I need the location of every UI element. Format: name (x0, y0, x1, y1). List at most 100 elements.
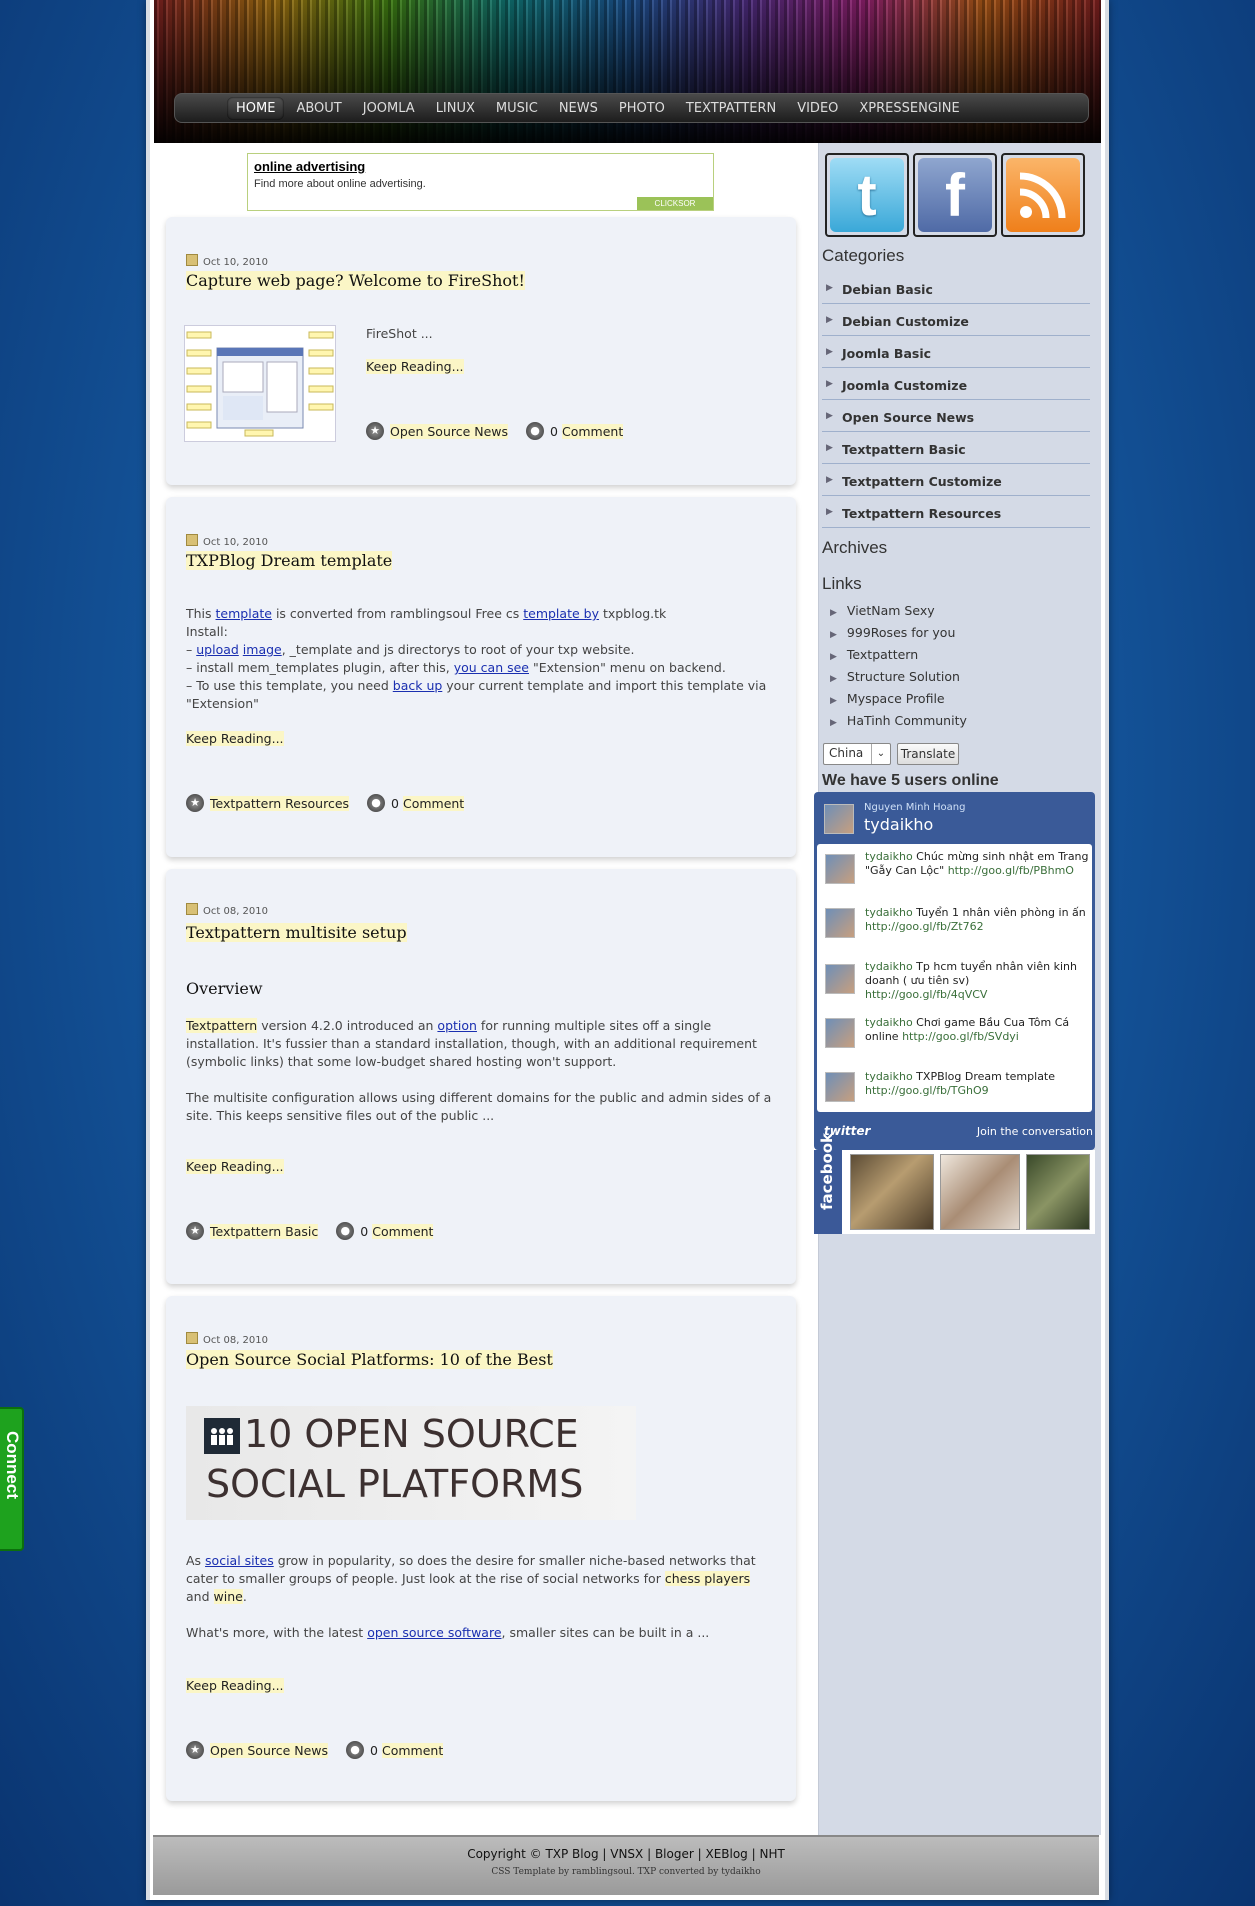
open-source-software-link[interactable]: open source software (367, 1625, 501, 1640)
ad-box[interactable]: online advertising Find more about onlin… (247, 153, 714, 211)
upload-link[interactable]: upload (196, 642, 239, 657)
post-category-link[interactable]: Textpattern Basic (210, 1223, 319, 1239)
post-title[interactable]: Textpattern multisite setup (186, 923, 407, 942)
comment-icon: ● (346, 1741, 365, 1759)
post-category-link[interactable]: Textpattern Resources (210, 795, 350, 811)
facebook-photo[interactable] (850, 1154, 934, 1230)
ad-badge[interactable]: CLICKSOR (637, 197, 713, 210)
comment-link[interactable]: Comment (561, 423, 624, 439)
avatar[interactable] (825, 1018, 855, 1048)
social-sites-link[interactable]: social sites (205, 1553, 274, 1568)
banner-line-2: SOCIAL PLATFORMS (206, 1462, 584, 1506)
ad-title[interactable]: online advertising (254, 159, 365, 174)
facebook-photo[interactable] (940, 1154, 1020, 1230)
textpattern-link[interactable]: Textpattern (186, 1018, 258, 1033)
footer-link-nht[interactable]: NHT (759, 1847, 784, 1861)
comment-count: 0 (391, 795, 399, 811)
link-hatinh-community[interactable]: ▶ HaTinh Community (830, 713, 967, 728)
facebook-button[interactable]: f (913, 153, 997, 237)
template-by-link[interactable]: template by (523, 606, 599, 621)
image-link[interactable]: image (243, 642, 282, 657)
tweet: tydaikho Tp hcm tuyển nhân viên kinh doa… (865, 960, 1077, 1001)
post-excerpt: FireShot ... (366, 326, 433, 341)
option-link[interactable]: option (437, 1018, 477, 1033)
facebook-logo[interactable]: facebook (814, 1133, 842, 1234)
post-title[interactable]: Open Source Social Platforms: 10 of the … (186, 1350, 553, 1369)
categories-heading: Categories (822, 246, 905, 265)
comment-link[interactable]: Comment (381, 1742, 444, 1758)
nav-joomla[interactable]: JOOMLA (354, 97, 424, 120)
avatar[interactable] (824, 804, 854, 834)
category-debian-customize[interactable]: ▶ Debian Customize (822, 306, 1090, 336)
comment-count: 0 (370, 1742, 378, 1758)
wine-link[interactable]: wine (213, 1589, 243, 1604)
keep-reading-link[interactable]: Keep Reading... (186, 731, 284, 746)
join-conversation-link[interactable]: Join the conversation (977, 1125, 1095, 1138)
link-structure-solution[interactable]: ▶ Structure Solution (830, 669, 960, 684)
nav-music[interactable]: MUSIC (487, 97, 547, 120)
banner-line-1: 10 OPEN SOURCE (244, 1412, 579, 1456)
nav-home[interactable]: HOME (227, 97, 285, 120)
template-link[interactable]: template (216, 606, 272, 621)
post-title[interactable]: Capture web page? Welcome to FireShot! (186, 271, 525, 290)
post-thumbnail[interactable] (184, 325, 336, 442)
nav-textpattern[interactable]: TEXTPATTERN (677, 97, 785, 120)
comment-link[interactable]: Comment (402, 795, 465, 811)
twitter-username[interactable]: tydaikho (864, 815, 933, 834)
links-heading: Links (822, 574, 862, 593)
nav-news[interactable]: NEWS (550, 97, 607, 120)
link-999roses[interactable]: ▶ 999Roses for you (830, 625, 955, 640)
nav-about[interactable]: ABOUT (287, 97, 350, 120)
post-banner-image[interactable]: 10 OPEN SOURCE SOCIAL PLATFORMS (186, 1406, 636, 1520)
category-open-source-news[interactable]: ▶ Open Source News (822, 402, 1090, 432)
you-can-see-link[interactable]: you can see (454, 660, 529, 675)
footer-link-xeblog[interactable]: XEBlog (705, 1847, 747, 1861)
avatar[interactable] (825, 854, 855, 884)
post-category-link[interactable]: Open Source News (210, 1742, 329, 1758)
translate-language-select[interactable]: China ⌄ (823, 743, 891, 765)
comment-link[interactable]: Comment (372, 1223, 434, 1239)
post-date: Oct 08, 2010 (186, 1332, 268, 1346)
footer-link-vnsx[interactable]: VNSX (610, 1847, 643, 1861)
keep-reading-link[interactable]: Keep Reading... (366, 359, 464, 374)
category-textpattern-basic[interactable]: ▶ Textpattern Basic (822, 434, 1090, 464)
keep-reading-link[interactable]: Keep Reading... (186, 1159, 284, 1174)
users-online: We have 5 users online (822, 772, 999, 789)
category-debian-basic[interactable]: ▶ Debian Basic (822, 274, 1090, 304)
post-date: Oct 10, 2010 (186, 254, 268, 268)
rss-button[interactable] (1001, 153, 1085, 237)
avatar[interactable] (825, 1072, 855, 1102)
calendar-icon (186, 534, 198, 546)
twitter-button[interactable]: t (825, 153, 909, 237)
category-joomla-basic[interactable]: ▶ Joomla Basic (822, 338, 1090, 368)
category-textpattern-resources[interactable]: ▶ Textpattern Resources (822, 498, 1090, 528)
comment-icon: ● (336, 1222, 355, 1240)
post-date: Oct 08, 2010 (186, 903, 268, 917)
chess-players-link[interactable]: chess players (664, 1571, 751, 1586)
nav-xpressengine[interactable]: XPRESSENGINE (850, 97, 968, 120)
facebook-photo[interactable] (1026, 1154, 1090, 1230)
category-textpattern-customize[interactable]: ▶ Textpattern Customize (822, 466, 1090, 496)
footer-link-bloger[interactable]: Bloger (655, 1847, 694, 1861)
category-joomla-customize[interactable]: ▶ Joomla Customize (822, 370, 1090, 400)
avatar[interactable] (825, 908, 855, 938)
header-banner: HOME ABOUT JOOMLA LINUX MUSIC NEWS PHOTO… (154, 0, 1101, 143)
translate-button[interactable]: Translate (897, 743, 959, 765)
back-up-link[interactable]: back up (393, 678, 443, 693)
link-textpattern[interactable]: ▶ Textpattern (830, 647, 918, 662)
archives-heading[interactable]: Archives (822, 538, 887, 558)
post-category-link[interactable]: Open Source News (390, 423, 509, 439)
avatar[interactable] (825, 964, 855, 994)
comment-count: 0 (360, 1223, 369, 1239)
link-vietnam-sexy[interactable]: ▶ VietNam Sexy (830, 603, 935, 618)
nav-photo[interactable]: PHOTO (610, 97, 674, 120)
connect-tab[interactable]: Connect (0, 1407, 24, 1551)
keep-reading-link[interactable]: Keep Reading... (186, 1678, 284, 1693)
nav-linux[interactable]: LINUX (427, 97, 484, 120)
post-title[interactable]: TXPBlog Dream template (186, 551, 393, 570)
post-body: As social sites grow in popularity, so d… (186, 1553, 756, 1640)
category-icon: ★ (186, 1222, 204, 1240)
post-body: Textpattern version 4.2.0 introduced an … (186, 1018, 772, 1123)
nav-video[interactable]: VIDEO (788, 97, 847, 120)
link-myspace-profile[interactable]: ▶ Myspace Profile (830, 691, 945, 706)
